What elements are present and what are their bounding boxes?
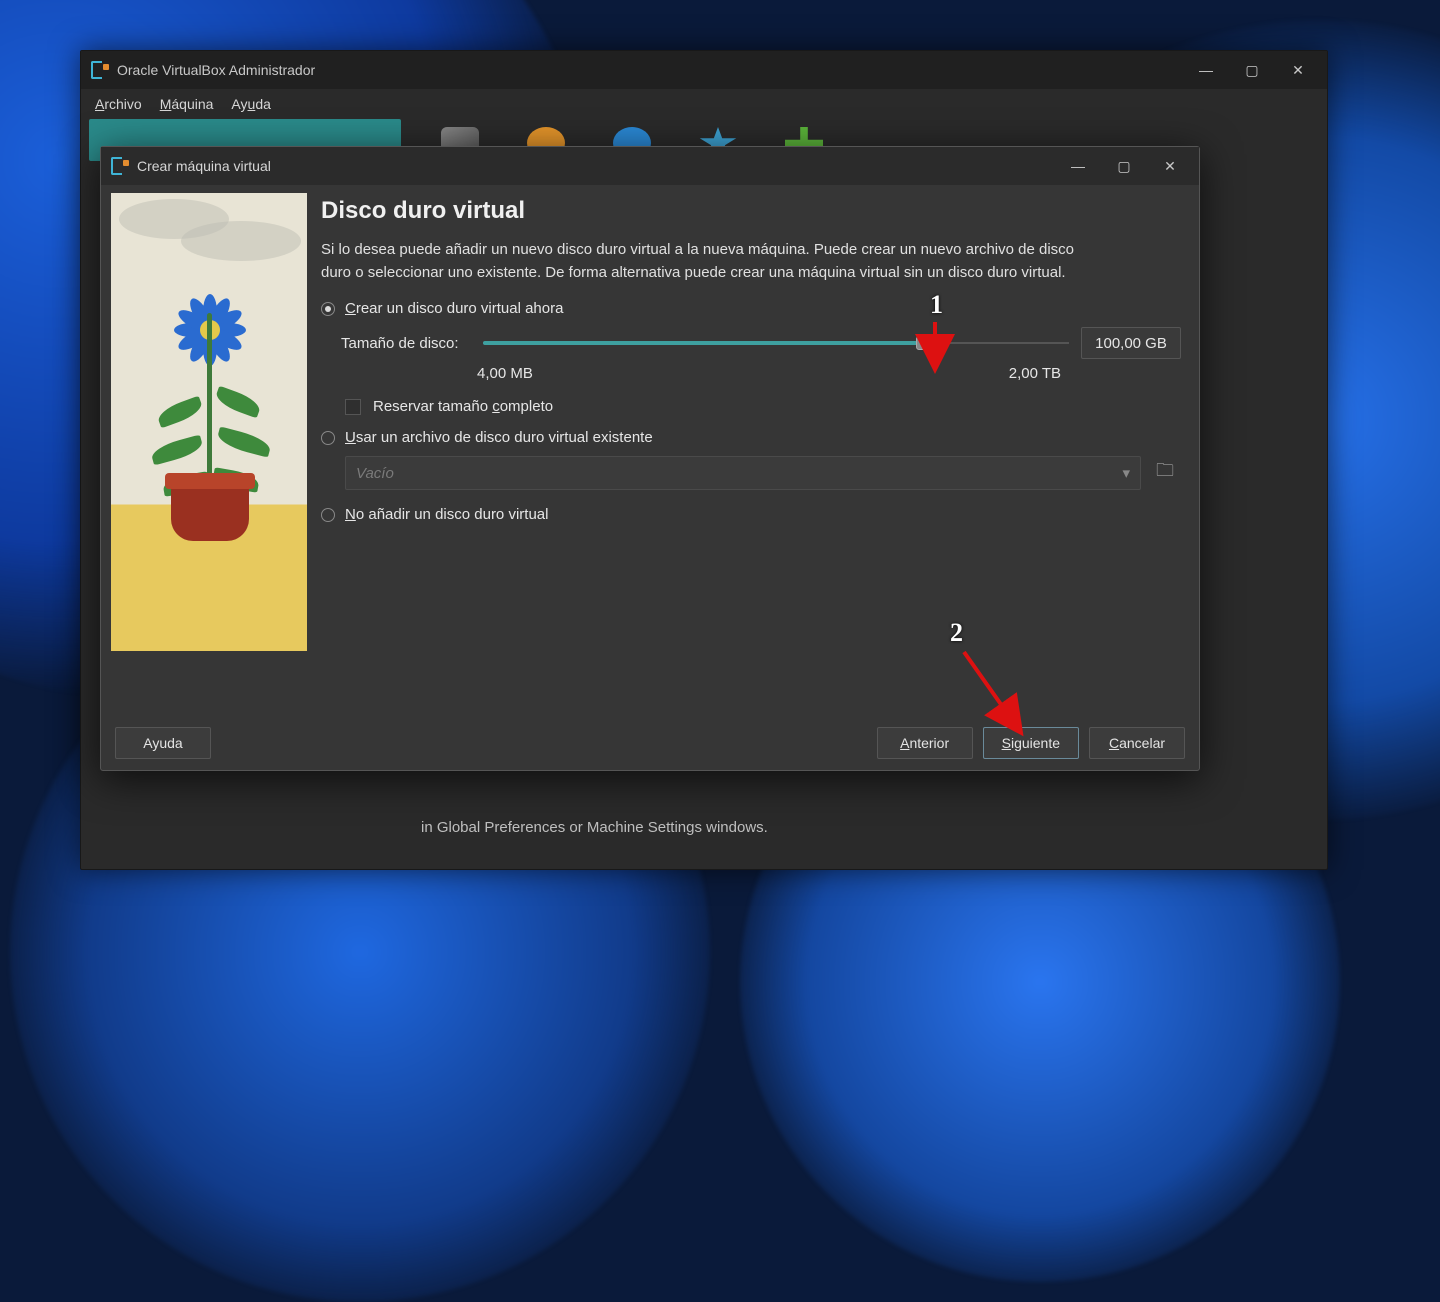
checkbox-icon xyxy=(345,399,361,415)
main-close-button[interactable]: ✕ xyxy=(1275,55,1321,85)
disk-size-value[interactable]: 100,00 GB xyxy=(1081,327,1181,359)
menu-machine[interactable]: Máquina xyxy=(160,96,214,112)
dialog-description: Si lo desea puede añadir un nuevo disco … xyxy=(321,239,1101,284)
disk-size-max: 2,00 TB xyxy=(1009,365,1061,382)
main-menubar: Archivo Máquina Ayuda xyxy=(81,89,1327,119)
annotation-label-2: 2 xyxy=(950,618,963,648)
radio-no-disk[interactable]: No añadir un disco duro virtual xyxy=(321,506,1181,523)
annotation-arrow-1 xyxy=(923,320,953,373)
wizard-illustration xyxy=(111,193,307,651)
main-titlebar: Oracle VirtualBox Administrador — ▢ ✕ xyxy=(81,51,1327,89)
menu-help[interactable]: Ayuda xyxy=(231,96,270,112)
radio-icon xyxy=(321,302,335,316)
browse-disk-button[interactable]: 🗀 xyxy=(1149,456,1181,490)
dialog-close-button[interactable]: ✕ xyxy=(1147,151,1193,181)
menu-file[interactable]: Archivo xyxy=(95,96,142,112)
disk-size-slider[interactable] xyxy=(483,334,1069,352)
virtualbox-logo-icon xyxy=(91,61,109,79)
virtualbox-logo-icon xyxy=(111,157,129,175)
reserve-full-size-checkbox[interactable]: Reservar tamaño completo xyxy=(345,398,1181,415)
main-maximize-button[interactable]: ▢ xyxy=(1229,55,1275,85)
disk-size-label: Tamaño de disco: xyxy=(341,335,471,352)
main-minimize-button[interactable]: — xyxy=(1183,55,1229,85)
annotation-arrow-2 xyxy=(956,648,1036,743)
cancel-button[interactable]: Cancelar xyxy=(1089,727,1185,759)
dialog-heading: Disco duro virtual xyxy=(321,197,1181,225)
disk-size-min: 4,00 MB xyxy=(477,365,533,382)
radio-use-existing-disk[interactable]: Usar un archivo de disco duro virtual ex… xyxy=(321,429,1181,446)
dialog-titlebar: Crear máquina virtual — ▢ ✕ xyxy=(101,147,1199,185)
help-button[interactable]: Ayuda xyxy=(115,727,211,759)
dialog-maximize-button[interactable]: ▢ xyxy=(1101,151,1147,181)
existing-disk-combo[interactable]: Vacío xyxy=(345,456,1141,490)
main-window-title: Oracle VirtualBox Administrador xyxy=(117,62,315,78)
annotation-label-1: 1 xyxy=(930,290,943,320)
radio-icon xyxy=(321,508,335,522)
welcome-text-fragment: in Global Preferences or Machine Setting… xyxy=(421,817,1303,840)
folder-icon: 🗀 xyxy=(1156,458,1174,488)
dialog-minimize-button[interactable]: — xyxy=(1055,151,1101,181)
dialog-title: Crear máquina virtual xyxy=(137,158,271,174)
radio-create-disk-now[interactable]: Crear un disco duro virtual ahora xyxy=(321,300,1181,317)
radio-icon xyxy=(321,431,335,445)
combo-placeholder: Vacío xyxy=(356,465,394,482)
